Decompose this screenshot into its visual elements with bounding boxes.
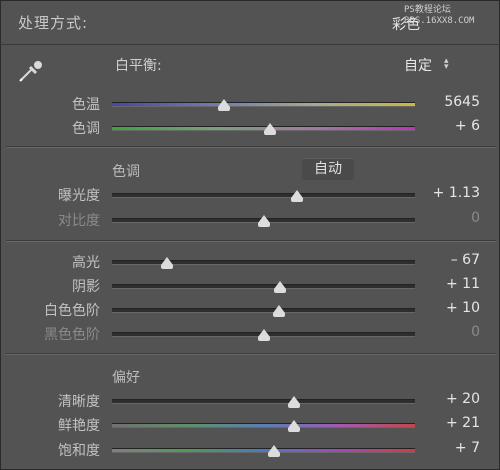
- panel-header: 处理方式: 彩色 PS教程论坛 BBS.16XX8.COM: [0, 0, 500, 45]
- temp-slider-thumb[interactable]: [218, 99, 231, 111]
- clarity-value[interactable]: + 20: [446, 391, 480, 407]
- watermark-line-2: BBS.16XX8.COM: [404, 16, 475, 26]
- watermark: PS教程论坛 BBS.16XX8.COM: [404, 5, 474, 27]
- temp-value[interactable]: 5645: [444, 94, 480, 110]
- white-balance-select[interactable]: 自定: [404, 55, 432, 75]
- whites-slider-thumb[interactable]: [272, 305, 285, 317]
- saturation-slider-track[interactable]: [112, 448, 415, 453]
- vibrance-slider-track[interactable]: [112, 423, 415, 428]
- saturation-label: 饱和度: [58, 443, 100, 459]
- contrast-label: 对比度: [58, 213, 100, 229]
- tint-label: 色调: [72, 121, 100, 137]
- shadows-value[interactable]: + 11: [446, 276, 480, 292]
- vibrance-slider-thumb[interactable]: [287, 420, 300, 432]
- slider-row-tint: 色调 + 6: [0, 116, 500, 138]
- highlights-label: 高光: [72, 255, 100, 271]
- whites-value[interactable]: + 10: [446, 300, 480, 316]
- contrast-value[interactable]: 0: [471, 210, 480, 226]
- slider-row-blacks: 黑色色阶 0: [0, 322, 500, 344]
- white-balance-label: 白平衡:: [115, 58, 162, 74]
- slider-row-contrast: 对比度 0: [0, 208, 500, 230]
- blacks-value[interactable]: 0: [471, 324, 480, 340]
- divider: [6, 146, 496, 148]
- slider-row-temp: 色温 5645: [0, 92, 500, 114]
- whites-label: 白色色阶: [44, 303, 100, 319]
- contrast-slider-thumb[interactable]: [257, 215, 270, 227]
- blacks-slider-thumb[interactable]: [257, 329, 270, 341]
- vibrance-value[interactable]: + 21: [446, 415, 480, 431]
- saturation-slider-thumb[interactable]: [268, 445, 281, 457]
- exposure-label: 曝光度: [58, 188, 100, 204]
- presence-section-label: 偏好: [112, 370, 140, 386]
- shadows-slider-track[interactable]: [112, 284, 415, 289]
- eyedropper-icon[interactable]: [18, 57, 46, 83]
- clarity-slider-thumb[interactable]: [287, 396, 300, 408]
- saturation-value[interactable]: + 7: [455, 440, 480, 456]
- shadows-label: 阴影: [72, 279, 100, 295]
- tone-section-label: 色调: [112, 164, 140, 180]
- slider-row-highlights: 高光 – 67: [0, 250, 500, 272]
- slider-row-whites: 白色色阶 + 10: [0, 298, 500, 320]
- clarity-slider-track[interactable]: [112, 399, 415, 404]
- tint-slider-thumb[interactable]: [263, 123, 276, 135]
- divider: [6, 240, 496, 242]
- blacks-label: 黑色色阶: [44, 327, 100, 343]
- updown-arrows-icon[interactable]: ▴ ▾: [444, 57, 449, 72]
- clarity-label: 清晰度: [58, 394, 100, 410]
- watermark-line-1: PS教程论坛: [404, 5, 451, 15]
- temp-label: 色温: [72, 97, 100, 113]
- whites-slider-track[interactable]: [112, 308, 415, 313]
- highlights-slider-track[interactable]: [112, 260, 415, 265]
- shadows-slider-thumb[interactable]: [274, 281, 287, 293]
- auto-button[interactable]: 自动: [302, 158, 354, 180]
- divider: [6, 353, 496, 355]
- tint-value[interactable]: + 6: [455, 118, 480, 134]
- treatment-label: 处理方式:: [18, 14, 89, 32]
- slider-row-exposure: 曝光度 + 1.13: [0, 183, 500, 205]
- temp-slider-track[interactable]: [112, 102, 415, 107]
- highlights-slider-thumb[interactable]: [160, 257, 173, 269]
- exposure-value[interactable]: + 1.13: [433, 185, 480, 201]
- highlights-value[interactable]: – 67: [451, 252, 480, 268]
- slider-row-saturation: 饱和度 + 7: [0, 438, 500, 460]
- exposure-slider-thumb[interactable]: [290, 190, 303, 202]
- slider-row-vibrance: 鲜艳度 + 21: [0, 413, 500, 435]
- exposure-slider-track[interactable]: [112, 193, 415, 198]
- slider-row-shadows: 阴影 + 11: [0, 274, 500, 296]
- vibrance-label: 鲜艳度: [58, 418, 100, 434]
- slider-row-clarity: 清晰度 + 20: [0, 389, 500, 411]
